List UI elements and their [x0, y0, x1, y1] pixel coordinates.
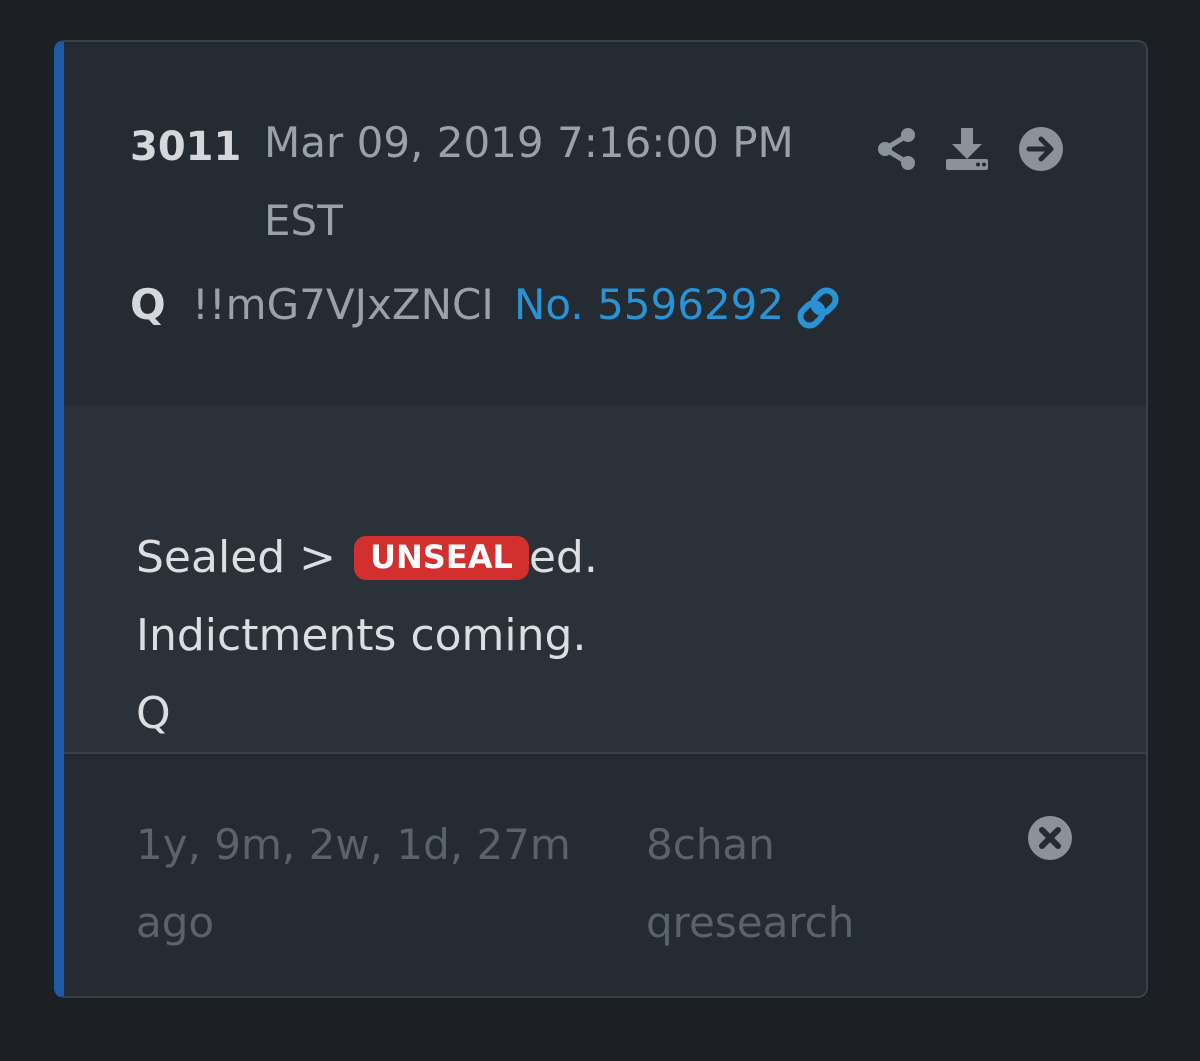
body-text-sealed: Sealed >: [136, 532, 351, 583]
post-body-line-2: Indictments coming.: [136, 610, 587, 661]
body-text-ed: ed.: [528, 532, 598, 583]
arrow-circle-right-icon[interactable]: [1018, 126, 1064, 172]
post-card: 3011 Mar 09, 2019 7:16:00 PM EST Q !!mG7…: [54, 40, 1148, 998]
relative-time: 1y, 9m, 2w, 1d, 27m ago: [136, 820, 571, 947]
post-author: Q: [130, 280, 166, 329]
post-tripcode: !!mG7VJxZNCI: [192, 280, 494, 329]
unseal-badge: UNSEAL: [354, 536, 529, 580]
post-body-line-1: Sealed > UNSEAL ed.: [136, 532, 598, 583]
download-icon[interactable]: [944, 126, 990, 172]
post-timestamp: Mar 09, 2019 7:16:00 PM EST: [264, 118, 794, 245]
post-number: 3011: [130, 124, 242, 170]
times-circle-icon[interactable]: [1026, 814, 1074, 862]
share-icon[interactable]: [874, 126, 920, 172]
link-icon[interactable]: [794, 284, 842, 332]
post-body: Sealed > UNSEAL ed. Indictments coming. Q: [64, 406, 1146, 754]
post-header: 3011 Mar 09, 2019 7:16:00 PM EST Q !!mG7…: [64, 42, 1146, 408]
post-source: 8chan qresearch: [646, 820, 855, 947]
post-body-line-3: Q: [136, 688, 171, 739]
post-number-link[interactable]: No. 5596292: [514, 280, 784, 329]
